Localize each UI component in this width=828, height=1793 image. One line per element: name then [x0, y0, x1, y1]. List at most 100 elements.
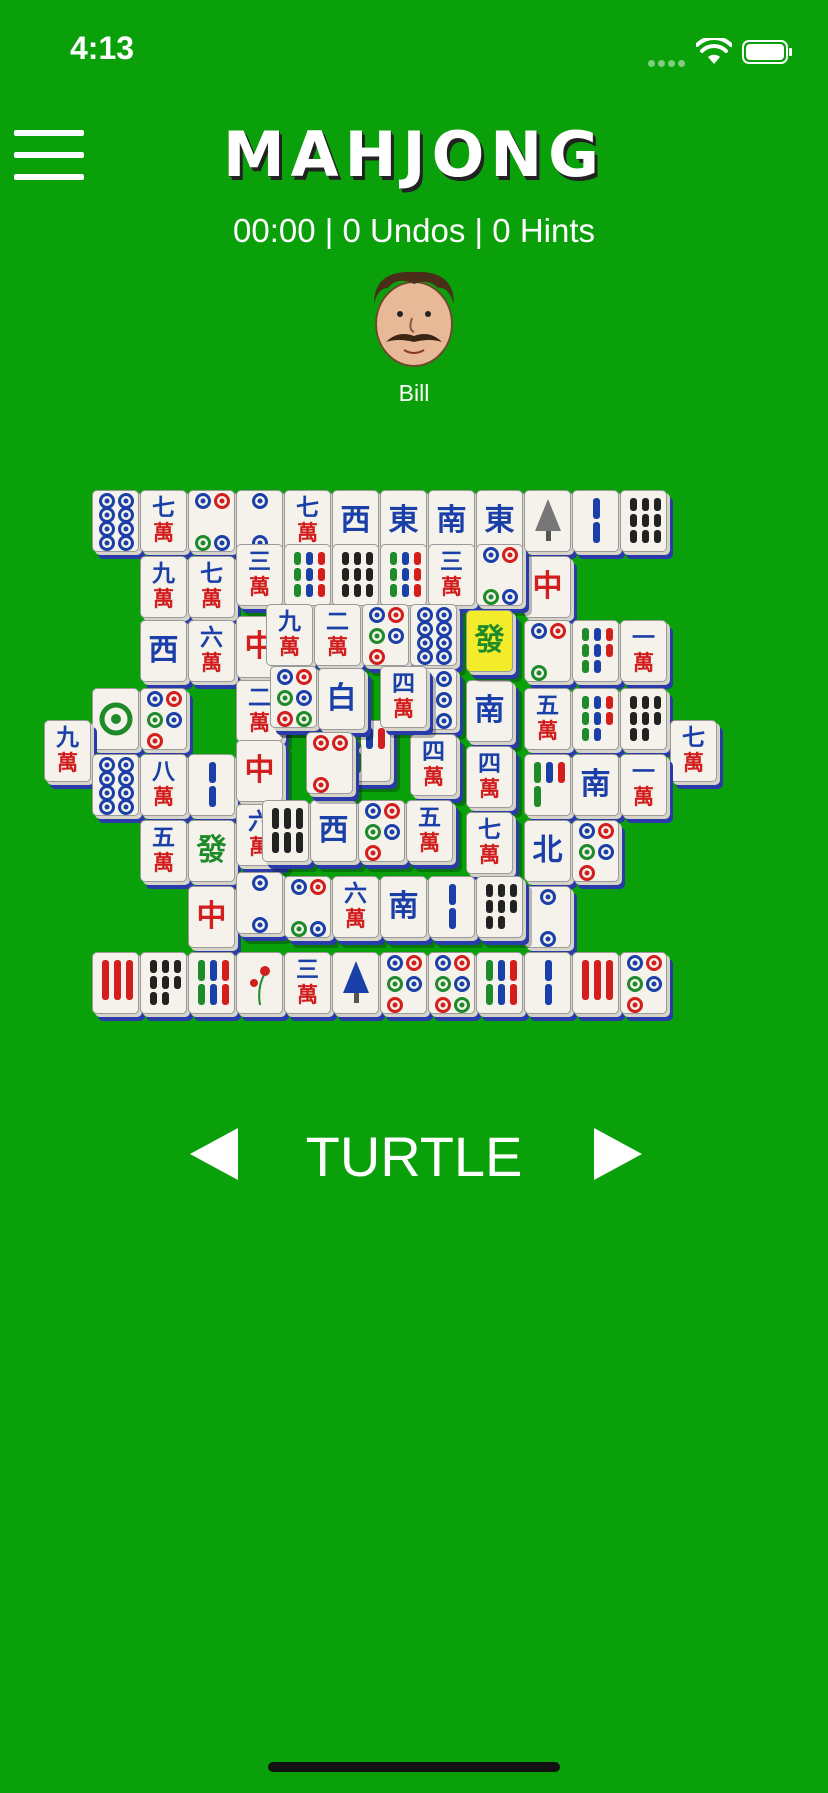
tile-wan-character: 萬: [441, 575, 462, 599]
mahjong-tile-dots[interactable]: [362, 604, 409, 666]
mahjong-tile-bamboo[interactable]: [92, 952, 139, 1014]
mahjong-tile-wind[interactable]: 西: [332, 490, 379, 552]
mahjong-tile-wind[interactable]: 東: [380, 490, 427, 552]
mahjong-tile-dots[interactable]: [284, 876, 331, 938]
mahjong-tile-dragon[interactable]: 白: [318, 668, 365, 730]
mahjong-tile-dots[interactable]: [358, 800, 405, 862]
mahjong-tile-char[interactable]: 五萬: [524, 688, 571, 750]
mahjong-tile-char[interactable]: 七萬: [188, 556, 235, 618]
mahjong-tile-dots[interactable]: [410, 604, 457, 666]
mahjong-tile-wind[interactable]: 西: [310, 800, 357, 862]
bamboo-suit-icon: [630, 498, 661, 543]
tile-wind-glyph: 南: [388, 889, 419, 924]
mahjong-tile-wind[interactable]: 南: [572, 754, 619, 816]
mahjong-tile-dots[interactable]: [476, 544, 523, 606]
mahjong-tile-char[interactable]: 五萬: [140, 820, 187, 882]
mahjong-tile-char[interactable]: 一萬: [620, 754, 667, 816]
mahjong-tile-char[interactable]: 三萬: [236, 544, 283, 606]
bamboo-suit-icon: [294, 552, 325, 597]
mahjong-tile-char[interactable]: 四萬: [380, 666, 427, 728]
mahjong-tile-dots[interactable]: [236, 872, 283, 934]
mahjong-tile-dragon[interactable]: 中: [524, 556, 571, 618]
mahjong-tile-bamboo[interactable]: [476, 952, 523, 1014]
mahjong-tile-bamboo[interactable]: [380, 544, 427, 606]
mahjong-tile-bamboo[interactable]: [572, 620, 619, 682]
bamboo-suit-icon: [209, 762, 216, 807]
mahjong-tile-char[interactable]: 六萬: [188, 620, 235, 682]
tile-numeral: 五: [536, 693, 559, 719]
mahjong-tile-char[interactable]: 四萬: [410, 734, 457, 796]
mahjong-tile-char[interactable]: 四萬: [466, 746, 513, 808]
mahjong-tile-dots[interactable]: [188, 490, 235, 552]
mahjong-tile-dragon[interactable]: 中: [188, 886, 235, 948]
tile-numeral: 七: [152, 495, 175, 521]
mahjong-tile-char[interactable]: 三萬: [284, 952, 331, 1014]
mahjong-tile-dots[interactable]: [92, 754, 139, 816]
mahjong-tile-dots[interactable]: [270, 666, 317, 728]
mahjong-tile-char[interactable]: 五萬: [406, 800, 453, 862]
mahjong-tile-wind[interactable]: 西: [140, 620, 187, 682]
mahjong-tile-char[interactable]: 七萬: [670, 720, 717, 782]
mahjong-tile-bamboo[interactable]: [620, 490, 667, 552]
mahjong-tile-char[interactable]: 七萬: [466, 812, 513, 874]
mahjong-tile-bamboo[interactable]: [262, 800, 309, 862]
mahjong-tile-char[interactable]: 九萬: [44, 720, 91, 782]
mahjong-tile-char[interactable]: 九萬: [140, 556, 187, 618]
page-title: MAHJONG: [222, 118, 606, 191]
tile-wan-character: 萬: [345, 907, 366, 931]
mahjong-tile-char[interactable]: 三萬: [428, 544, 475, 606]
mahjong-tile-dots[interactable]: [236, 490, 283, 552]
mahjong-tile-bamboo[interactable]: [524, 754, 571, 816]
mahjong-tile-dragon[interactable]: 中: [236, 740, 283, 802]
mahjong-tile-dragon[interactable]: 發: [188, 820, 235, 882]
mahjong-tile-char[interactable]: 六萬: [332, 876, 379, 938]
mahjong-tile-dots[interactable]: [524, 620, 571, 682]
mahjong-tile-bamboo[interactable]: [188, 754, 235, 816]
mahjong-tile-char[interactable]: 一萬: [620, 620, 667, 682]
mahjong-tile-char[interactable]: 七萬: [284, 490, 331, 552]
mahjong-tile-bamboo[interactable]: [524, 952, 571, 1014]
bamboo-suit-icon: [198, 960, 229, 1005]
mahjong-tile-bamboo[interactable]: [572, 688, 619, 750]
mahjong-tile-dots[interactable]: [92, 688, 139, 750]
mahjong-tile-bamboo[interactable]: [476, 876, 523, 938]
mahjong-tile-wind[interactable]: 東: [476, 490, 523, 552]
mahjong-tile-char[interactable]: 九萬: [266, 604, 313, 666]
right-triangle-icon[interactable]: [590, 1124, 646, 1184]
mahjong-tile-season[interactable]: [524, 490, 571, 552]
tile-numeral: 六: [344, 881, 367, 907]
mahjong-tile-dots[interactable]: [92, 490, 139, 552]
mahjong-tile-wind[interactable]: 南: [380, 876, 427, 938]
mahjong-tile-dots[interactable]: [380, 952, 427, 1014]
mahjong-tile-bamboo[interactable]: [428, 876, 475, 938]
mahjong-tile-flower[interactable]: [236, 952, 283, 1014]
dots-suit-icon: [365, 803, 400, 861]
mahjong-tile-dots[interactable]: [572, 820, 619, 882]
mahjong-tile-bamboo[interactable]: [140, 952, 187, 1014]
dots-suit-icon: [417, 607, 452, 665]
mahjong-tile-dragon[interactable]: 發: [466, 610, 513, 672]
mahjong-tile-dots[interactable]: [306, 732, 353, 794]
mahjong-tile-char[interactable]: 八萬: [140, 754, 187, 816]
mahjong-tile-dots[interactable]: [524, 886, 571, 948]
mahjong-tile-bamboo[interactable]: [572, 490, 619, 552]
tile-wan-character: 萬: [201, 587, 222, 611]
mahjong-tile-dots[interactable]: [620, 952, 667, 1014]
tile-numeral: 九: [278, 609, 301, 635]
mahjong-tile-bamboo[interactable]: [188, 952, 235, 1014]
mahjong-tile-bamboo[interactable]: [284, 544, 331, 606]
player-name: Bill: [398, 380, 430, 406]
mahjong-tile-wind[interactable]: 南: [428, 490, 475, 552]
mahjong-tile-char[interactable]: 七萬: [140, 490, 187, 552]
mahjong-tile-season[interactable]: [332, 952, 379, 1014]
mahjong-tile-wind[interactable]: 南: [466, 680, 513, 742]
tile-wind-glyph: 西: [318, 813, 349, 848]
mahjong-tile-bamboo[interactable]: [332, 544, 379, 606]
mahjong-tile-bamboo[interactable]: [572, 952, 619, 1014]
mustache-man-avatar[interactable]: [368, 264, 460, 368]
mahjong-tile-char[interactable]: 二萬: [314, 604, 361, 666]
mahjong-tile-wind[interactable]: 北: [524, 820, 571, 882]
mahjong-tile-dots[interactable]: [428, 952, 475, 1014]
mahjong-tile-bamboo[interactable]: [620, 688, 667, 750]
mahjong-tile-dots[interactable]: [140, 688, 187, 750]
